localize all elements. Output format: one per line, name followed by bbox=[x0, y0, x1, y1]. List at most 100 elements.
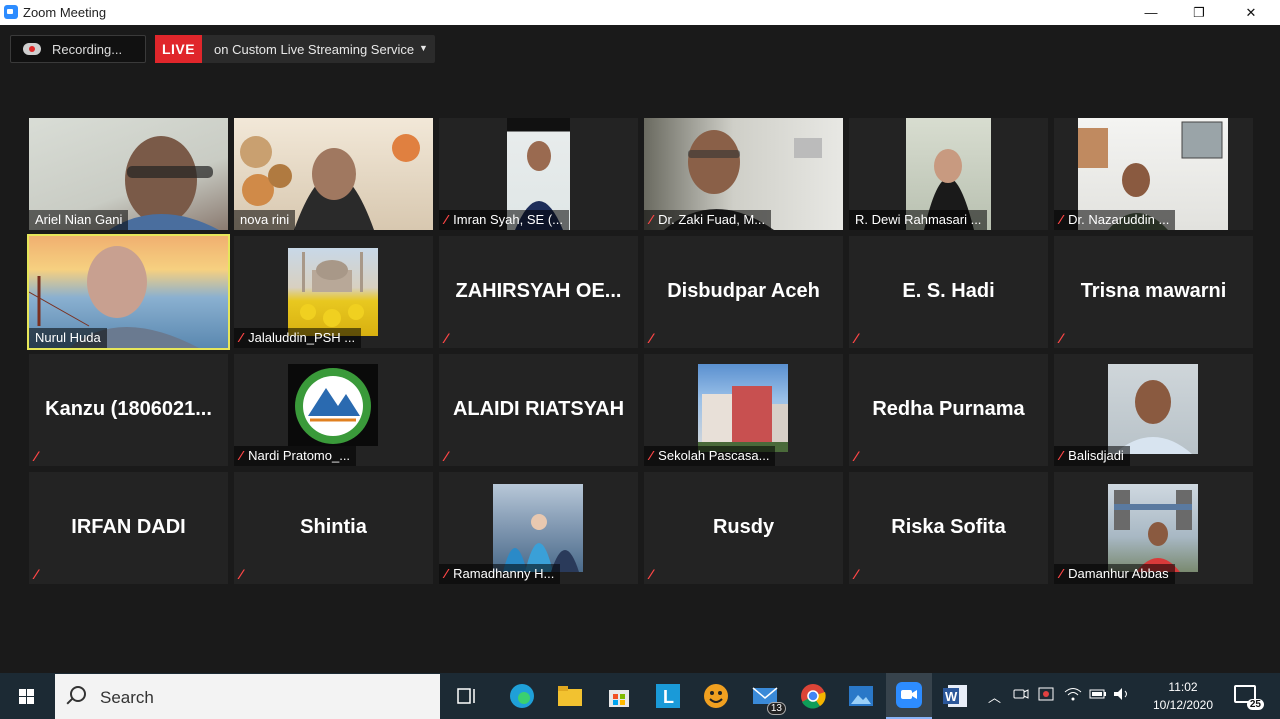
mic-muted-icon: ⁄ bbox=[445, 566, 448, 581]
meet-now-icon[interactable] bbox=[1013, 687, 1029, 704]
participant-name: ⁄ Sekolah Pascasa... bbox=[644, 446, 776, 466]
participant-tile[interactable]: ⁄ Sekolah Pascasa... bbox=[644, 354, 843, 466]
participant-name: ⁄ Imran Syah, SE (... bbox=[439, 210, 569, 230]
search-icon bbox=[70, 686, 86, 702]
participant-name: ⁄ Nardi Pratomo_... bbox=[234, 446, 357, 466]
participant-tile[interactable]: ⁄ Nardi Pratomo_... bbox=[234, 354, 433, 466]
participant-tile[interactable]: Redha Purnama ⁄ bbox=[849, 354, 1048, 466]
close-button[interactable]: ✕ bbox=[1228, 0, 1274, 25]
notification-center-icon[interactable]: 25 bbox=[1234, 685, 1264, 710]
participant-tile[interactable]: ⁄ Damanhur Abbas bbox=[1054, 472, 1253, 584]
participant-tile[interactable]: ⁄ Ramadhanny H... bbox=[439, 472, 638, 584]
participant-tile-active-speaker[interactable]: Nurul Huda bbox=[27, 234, 230, 350]
file-explorer-icon[interactable] bbox=[555, 681, 585, 711]
mic-muted-icon: ⁄ bbox=[445, 330, 448, 346]
chrome-icon[interactable] bbox=[798, 681, 828, 711]
participant-tile[interactable]: ZAHIRSYAH OE... ⁄ bbox=[439, 236, 638, 348]
participant-tile[interactable]: Ariel Nian Gani bbox=[29, 118, 228, 230]
participant-tile[interactable]: nova rini bbox=[234, 118, 433, 230]
participant-tile[interactable]: Kanzu (1806021... ⁄ bbox=[29, 354, 228, 466]
window-title: Zoom Meeting bbox=[23, 5, 107, 20]
participant-video bbox=[288, 364, 378, 446]
mail-icon[interactable]: 13 bbox=[750, 681, 786, 715]
participant-name: Ariel Nian Gani bbox=[29, 210, 129, 230]
task-view-icon[interactable] bbox=[452, 681, 482, 711]
participant-tile[interactable]: Shintia ⁄ bbox=[234, 472, 433, 584]
recording-label: Recording... bbox=[52, 42, 123, 57]
mic-muted-icon: ⁄ bbox=[240, 448, 243, 463]
zoom-taskbar-icon[interactable] bbox=[886, 673, 932, 719]
participant-video bbox=[493, 484, 583, 572]
mosque-image-icon bbox=[300, 252, 364, 327]
person-silhouette-icon bbox=[1114, 490, 1192, 572]
title-bar: Zoom Meeting — ❐ ✕ bbox=[0, 0, 1280, 25]
word-icon[interactable]: W bbox=[940, 681, 970, 711]
participant-tile[interactable]: Disbudpar Aceh ⁄ bbox=[644, 236, 843, 348]
participant-tile[interactable]: IRFAN DADI ⁄ bbox=[29, 472, 228, 584]
windows-logo-icon bbox=[18, 688, 34, 704]
volume-icon[interactable] bbox=[1113, 687, 1131, 704]
mic-muted-icon: ⁄ bbox=[650, 330, 653, 346]
participant-tile[interactable]: ⁄ Jalaluddin_PSH ... bbox=[234, 236, 433, 348]
participant-tile[interactable]: ⁄ Imran Syah, SE (... bbox=[439, 118, 638, 230]
zoom-window: Zoom Meeting — ❐ ✕ Recording... LIVE on … bbox=[0, 0, 1280, 719]
photos-icon[interactable] bbox=[846, 681, 876, 711]
participant-display-name: E. S. Hadi bbox=[902, 280, 995, 302]
participant-display-name: Disbudpar Aceh bbox=[667, 280, 820, 302]
battery-icon[interactable] bbox=[1089, 687, 1107, 704]
participant-tile[interactable]: R. Dewi Rahmasari ... bbox=[849, 118, 1048, 230]
participant-name: nova rini bbox=[234, 210, 296, 230]
mic-muted-icon: ⁄ bbox=[855, 448, 858, 464]
participant-video bbox=[1108, 484, 1198, 572]
participant-tile[interactable]: Rusdy ⁄ bbox=[644, 472, 843, 584]
chevron-up-icon[interactable]: ︿ bbox=[988, 687, 1001, 706]
participant-tile[interactable]: ALAIDI RIATSYAH ⁄ bbox=[439, 354, 638, 466]
emoji-app-icon[interactable] bbox=[701, 681, 731, 711]
recording-indicator[interactable]: Recording... bbox=[10, 35, 146, 63]
mic-muted-icon: ⁄ bbox=[1060, 330, 1063, 346]
live-badge: LIVE bbox=[155, 35, 202, 63]
mic-muted-icon: ⁄ bbox=[650, 212, 653, 227]
participant-name: ⁄ Damanhur Abbas bbox=[1054, 564, 1175, 584]
participant-video bbox=[288, 248, 378, 336]
participant-display-name: Trisna mawarni bbox=[1080, 280, 1227, 302]
participant-video bbox=[1108, 364, 1198, 454]
participant-tile[interactable]: Riska Sofita ⁄ bbox=[849, 472, 1048, 584]
participant-name: Nurul Huda bbox=[29, 328, 107, 348]
mic-muted-icon: ⁄ bbox=[855, 566, 858, 582]
taskbar-clock[interactable]: 11:02 10/12/2020 bbox=[1140, 678, 1226, 714]
wifi-icon[interactable] bbox=[1064, 687, 1082, 704]
maximize-button[interactable]: ❐ bbox=[1176, 0, 1222, 25]
participant-display-name: Redha Purnama bbox=[872, 398, 1025, 420]
participant-tile[interactable]: Trisna mawarni ⁄ bbox=[1054, 236, 1253, 348]
mic-muted-icon: ⁄ bbox=[35, 448, 38, 464]
participant-tile[interactable]: ⁄ Dr. Zaki Fuad, M... bbox=[644, 118, 843, 230]
search-label: Search bbox=[100, 688, 154, 707]
participant-display-name: Rusdy bbox=[712, 516, 775, 538]
participant-video bbox=[698, 364, 788, 452]
mic-muted-icon: ⁄ bbox=[240, 566, 243, 582]
start-button[interactable] bbox=[0, 673, 52, 719]
edge-browser-icon[interactable] bbox=[507, 681, 537, 711]
participant-display-name: Shintia bbox=[300, 516, 367, 538]
taskbar-search-box[interactable]: Search bbox=[55, 674, 440, 719]
participant-name: ⁄ Ramadhanny H... bbox=[439, 564, 561, 584]
participant-tile[interactable]: E. S. Hadi ⁄ bbox=[849, 236, 1048, 348]
store-icon[interactable] bbox=[604, 681, 634, 711]
clock-time: 11:02 bbox=[1168, 680, 1198, 694]
security-icon[interactable] bbox=[1038, 687, 1056, 704]
minimize-button[interactable]: — bbox=[1128, 0, 1174, 25]
building-image-icon bbox=[698, 386, 788, 452]
mic-muted-icon: ⁄ bbox=[650, 566, 653, 582]
participant-name: ⁄ Balisdjadi bbox=[1054, 446, 1130, 466]
windows-taskbar: Search L 13 W ︿ 11:02 10/12/2020 25 bbox=[0, 673, 1280, 719]
participant-tile[interactable]: ⁄ Dr. Nazaruddin ... bbox=[1054, 118, 1253, 230]
logo-image-icon bbox=[295, 368, 371, 444]
svg-text:L: L bbox=[663, 687, 674, 707]
l-app-icon[interactable]: L bbox=[653, 681, 683, 711]
mic-muted-icon: ⁄ bbox=[1060, 566, 1063, 581]
zoom-logo-icon bbox=[4, 5, 18, 19]
live-stream-dropdown[interactable]: LIVE on Custom Live Streaming Service ▼ bbox=[155, 35, 435, 63]
participant-name: ⁄ Dr. Zaki Fuad, M... bbox=[644, 210, 772, 230]
participant-tile[interactable]: ⁄ Balisdjadi bbox=[1054, 354, 1253, 466]
